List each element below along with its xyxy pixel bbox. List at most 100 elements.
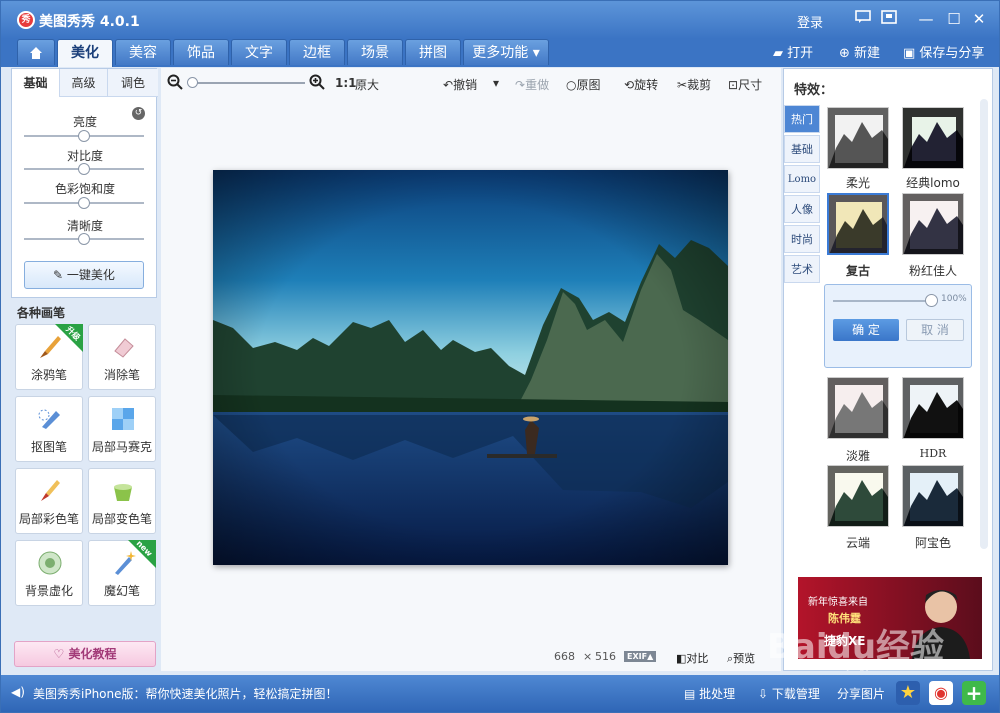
category-basic[interactable]: 基础 [784,135,820,163]
app-title: 美图秀秀 4.0.1 [39,14,140,30]
status-tip[interactable]: 美图秀秀iPhone版：帮你快速美化照片，轻松搞定拼图！ [33,685,338,702]
tab-face[interactable]: 美容 [115,39,171,65]
slider-knob[interactable] [78,197,90,209]
effects-panel: 特效： 热门 基础 Lomo 人像 时尚 艺术 柔光 经典lomo 复古 粉红佳… [783,68,993,671]
workspace: 1:1 原大 ↶撤销 ▾ ↷重做 ○原图 ⟲旋转 ✂裁剪 ⊡尺寸 668 × 5… [161,68,781,671]
category-lomo[interactable]: Lomo [784,165,820,193]
skin-icon[interactable] [879,9,899,29]
brightness-slider[interactable] [24,130,144,142]
login-link[interactable]: 登录 [797,12,823,31]
slider-knob[interactable] [78,130,90,142]
effect-soft-light[interactable] [827,107,889,169]
plus-circle-icon: ⊕ [839,46,855,61]
effect-hdr[interactable] [902,377,964,439]
brush-doodle[interactable]: 升级 涂鸦笔 [15,324,83,390]
compare-button[interactable]: ◧对比 [676,650,708,666]
slider-knob[interactable] [78,233,90,245]
undo-icon: ↶ [443,78,454,92]
share-image-button[interactable]: 分享图片 [837,685,885,702]
new-button[interactable]: ⊕ 新建 [839,42,880,61]
contrast-slider[interactable] [24,163,144,175]
effect-cloud[interactable] [827,465,889,527]
photo-canvas[interactable] [213,170,728,565]
open-button[interactable]: ▰ 打开 [773,42,813,61]
plus-icon[interactable]: + [962,681,986,705]
actual-size-ratio[interactable]: 1:1 [335,76,357,90]
subtab-advanced[interactable]: 高级 [60,69,108,97]
effect-label: HDR [919,447,947,460]
cutout-pen-icon [38,409,60,429]
category-art[interactable]: 艺术 [784,255,820,283]
tab-scene[interactable]: 场景 [347,39,403,65]
landscape-photo [213,170,728,565]
tab-text[interactable]: 文字 [231,39,287,65]
undo-dropdown-icon[interactable]: ▾ [493,76,499,90]
brush-blur-bg[interactable]: 背景虚化 [15,540,83,606]
tab-frame[interactable]: 边框 [289,39,345,65]
beautify-tutorial-button[interactable]: ♡ 美化教程 [14,641,156,667]
brush-color[interactable]: 局部彩色笔 [15,468,83,534]
saturation-slider[interactable] [24,197,144,209]
tab-home[interactable] [17,39,55,65]
cancel-button[interactable]: 取 消 [906,319,964,341]
zoom-out-icon[interactable] [167,74,183,93]
rotate-button[interactable]: ⟲旋转 [624,76,658,93]
brush-magic[interactable]: new 魔幻笔 [88,539,156,606]
effect-pink-lady[interactable] [902,193,964,255]
subtab-color[interactable]: 调色 [108,69,158,97]
blur-icon [38,551,62,575]
zoom-slider[interactable] [187,77,305,88]
brush-eraser[interactable]: 消除笔 [88,324,156,390]
effect-thumbnail [828,108,888,168]
original-size-button[interactable]: 原大 [355,76,379,93]
baidu-watermark-url: jingyan.baidu.com [847,661,940,672]
tab-collage[interactable]: 拼图 [405,39,461,65]
effect-thumbnail [828,466,888,526]
effect-elegant[interactable] [827,377,889,439]
exif-button[interactable]: EXIF▲ [624,651,657,662]
original-button[interactable]: ○原图 [566,76,601,93]
close-button[interactable]: ✕ [969,9,989,29]
preview-button[interactable]: ⌕预览 [727,650,755,666]
image-toolbar: 1:1 原大 ↶撤销 ▾ ↷重做 ○原图 ⟲旋转 ✂裁剪 ⊡尺寸 [161,68,781,98]
effect-classic-lomo[interactable] [902,107,964,169]
message-icon[interactable] [853,9,873,29]
category-portrait[interactable]: 人像 [784,195,820,223]
save-share-button[interactable]: ▣ 保存与分享 [903,42,984,61]
size-separator: × [583,650,593,663]
resize-icon: ⊡ [728,78,739,92]
opacity-slider-knob[interactable] [925,294,938,307]
tab-more[interactable]: 更多功能 ▾ [463,39,549,65]
download-manager-button[interactable]: ⇩ 下载管理 [758,685,820,702]
maximize-button[interactable]: ☐ [944,9,964,29]
undo-button[interactable]: ↶撤销 [443,76,477,93]
effect-abao[interactable] [902,465,964,527]
category-fashion[interactable]: 时尚 [784,225,820,253]
effect-label: 云端 [845,536,870,550]
weibo-icon[interactable]: ◉ [929,681,953,705]
tab-accessories[interactable]: 饰品 [173,39,229,65]
subtab-basic[interactable]: 基础 [12,69,60,97]
brush-cutout[interactable]: 抠图笔 [15,396,83,462]
image-width: 668 [554,650,575,663]
batch-button[interactable]: ▤ 批处理 [684,685,735,702]
confirm-button[interactable]: 确 定 [833,319,899,341]
brush-recolor[interactable]: 局部变色笔 [88,468,156,534]
minimize-button[interactable]: — [916,9,936,29]
star-icon[interactable]: ★ [896,681,920,705]
sharpness-slider[interactable] [24,233,144,245]
slider-knob[interactable] [78,163,90,175]
brush-mosaic[interactable]: 局部马赛克 [88,396,156,462]
category-hot[interactable]: 热门 [784,105,820,133]
one-click-beautify-button[interactable]: ✎ 一键美化 [24,261,144,289]
effects-scrollbar[interactable] [980,99,988,549]
redo-button[interactable]: ↷重做 [515,76,549,93]
opacity-slider[interactable] [833,294,938,307]
tab-beautify[interactable]: 美化 [57,39,113,67]
zoom-in-icon[interactable] [309,74,325,93]
zoom-slider-knob[interactable] [187,77,198,88]
effect-retro[interactable] [827,193,889,255]
resize-button[interactable]: ⊡尺寸 [728,76,762,93]
crop-button[interactable]: ✂裁剪 [677,76,711,93]
effect-label: 粉红佳人 [908,264,957,278]
